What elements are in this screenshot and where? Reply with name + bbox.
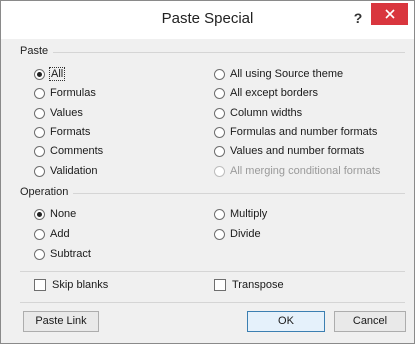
buttons-divider (20, 302, 405, 303)
paste-column-widths-label: Column widths (230, 107, 303, 119)
paste-all-source-theme-label: All using Source theme (230, 68, 344, 80)
ok-button[interactable]: OK (247, 311, 325, 332)
paste-special-dialog: Paste Special ? Paste All Formulas Value… (0, 0, 415, 344)
radio-indicator (34, 68, 45, 80)
operation-divide-label: Divide (230, 228, 261, 240)
skip-blanks-checkbox[interactable]: Skip blanks (34, 277, 108, 293)
paste-all-merging-conditional-formats-label: All merging conditional formats (230, 165, 381, 177)
paste-formats-label: Formats (50, 126, 91, 138)
paste-values-label: Values (50, 107, 83, 119)
paste-validation-label: Validation (50, 165, 98, 177)
paste-formulas-number-formats-label: Formulas and number formats (230, 126, 378, 138)
operation-multiply-label: Multiply (230, 208, 268, 220)
operation-section-divider (73, 193, 405, 194)
radio-indicator (34, 126, 45, 138)
operation-subtract-label: Subtract (50, 248, 91, 260)
radio-indicator (34, 145, 45, 157)
radio-indicator (214, 145, 225, 157)
operation-none-radio[interactable]: None (34, 206, 76, 222)
radio-indicator (214, 107, 225, 119)
paste-all-except-borders-label: All except borders (230, 87, 319, 99)
radio-indicator (214, 68, 225, 80)
paste-all-merging-conditional-formats-radio: All merging conditional formats (214, 163, 380, 179)
paste-formats-radio[interactable]: Formats (34, 124, 90, 140)
skip-blanks-label: Skip blanks (52, 279, 109, 291)
radio-indicator (214, 208, 225, 220)
operation-multiply-radio[interactable]: Multiply (214, 206, 267, 222)
operation-add-radio[interactable]: Add (34, 226, 70, 242)
radio-indicator (34, 208, 45, 220)
close-icon (384, 9, 395, 19)
radio-indicator (214, 126, 225, 138)
radio-indicator (214, 165, 225, 177)
close-button[interactable] (371, 3, 408, 25)
paste-values-number-formats-label: Values and number formats (230, 145, 365, 157)
paste-comments-radio[interactable]: Comments (34, 143, 103, 159)
paste-validation-radio[interactable]: Validation (34, 163, 98, 179)
radio-indicator (34, 248, 45, 260)
paste-comments-label: Comments (50, 145, 104, 157)
paste-column-widths-radio[interactable]: Column widths (214, 105, 302, 121)
paste-all-source-theme-radio[interactable]: All using Source theme (214, 66, 343, 82)
paste-all-radio[interactable]: All (34, 66, 66, 82)
transpose-label: Transpose (232, 279, 284, 291)
paste-formulas-number-formats-radio[interactable]: Formulas and number formats (214, 124, 377, 140)
radio-indicator (34, 165, 45, 177)
paste-formulas-label: Formulas (50, 87, 96, 99)
checkbox-indicator (214, 279, 226, 291)
help-button[interactable]: ? (347, 7, 369, 29)
cancel-button[interactable]: Cancel (334, 311, 406, 332)
paste-formulas-radio[interactable]: Formulas (34, 85, 96, 101)
operation-divide-radio[interactable]: Divide (214, 226, 261, 242)
radio-indicator (34, 228, 45, 240)
options-divider (20, 271, 405, 272)
radio-indicator (34, 107, 45, 119)
paste-all-label: All (48, 67, 66, 81)
radio-indicator (214, 87, 225, 99)
operation-add-label: Add (50, 228, 70, 240)
title-bar: Paste Special ? (1, 1, 414, 39)
paste-values-number-formats-radio[interactable]: Values and number formats (214, 143, 364, 159)
operation-section-label: Operation (20, 186, 69, 198)
checkbox-indicator (34, 279, 46, 291)
transpose-checkbox[interactable]: Transpose (214, 277, 284, 293)
paste-values-radio[interactable]: Values (34, 105, 83, 121)
operation-subtract-radio[interactable]: Subtract (34, 246, 91, 262)
paste-link-button[interactable]: Paste Link (23, 311, 99, 332)
radio-indicator (34, 87, 45, 99)
operation-none-label: None (50, 208, 77, 220)
paste-all-except-borders-radio[interactable]: All except borders (214, 85, 318, 101)
radio-indicator (214, 228, 225, 240)
paste-section-label: Paste (20, 45, 49, 57)
paste-section-divider (53, 52, 405, 53)
